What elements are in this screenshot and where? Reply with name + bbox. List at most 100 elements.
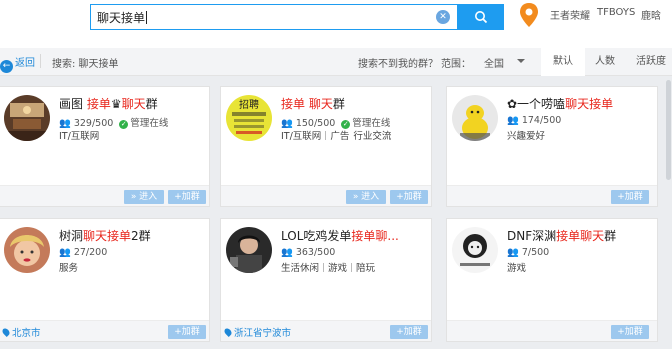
search-button[interactable]: [458, 4, 504, 30]
group-location: 浙江省宁波市: [223, 325, 292, 339]
title-part: ✿一个唠嗑: [507, 97, 566, 111]
tag: 游戏: [328, 263, 348, 274]
group-stats: 👥 174/500: [507, 115, 561, 126]
card-footer: » 进入 +加群: [0, 185, 209, 206]
group-card[interactable]: ✿一个唠嗑聊天接单 👥 174/500 兴趣爱好 +加群: [446, 86, 658, 207]
join-group-button[interactable]: +加群: [390, 190, 428, 204]
divider: [40, 54, 41, 68]
group-title[interactable]: DNF深渊接单聊天群: [507, 227, 616, 244]
not-found-link[interactable]: 搜索不到我的群？: [358, 55, 438, 70]
title-keyword: 聊天接单: [83, 229, 132, 243]
group-avatar: [226, 227, 272, 273]
clear-icon[interactable]: ✕: [436, 10, 450, 24]
title-keyword: 聊天: [308, 97, 333, 111]
tab-members[interactable]: 人数: [585, 48, 625, 76]
tag: 行业交流: [353, 131, 392, 142]
group-stats: 👥 27/200: [59, 247, 107, 258]
group-title[interactable]: 接单 聊天群: [281, 95, 345, 112]
join-group-button[interactable]: +加群: [168, 190, 206, 204]
search-box[interactable]: 聊天接单 ✕: [90, 4, 458, 30]
group-tags: 游戏: [507, 260, 526, 274]
group-card[interactable]: 树洞聊天接单2群 👥 27/200 服务 北京市 +加群: [0, 218, 210, 342]
check-icon: ✓: [119, 120, 129, 129]
enter-button[interactable]: » 进入: [346, 190, 386, 204]
range-label: 范围：: [441, 59, 471, 70]
enter-button[interactable]: » 进入: [124, 190, 164, 204]
group-title[interactable]: ✿一个唠嗑聊天接单: [507, 95, 613, 112]
join-group-button[interactable]: +加群: [168, 325, 206, 339]
group-card[interactable]: LOL吃鸡发单接单聊... 👥 363/500 生活休闲 游戏 陪玩 浙江省宁波市 +…: [220, 218, 432, 342]
search-input[interactable]: 聊天接单: [97, 9, 147, 26]
group-avatar: [4, 227, 50, 273]
title-part: ♛: [110, 97, 122, 111]
title-part: 画图: [59, 97, 87, 111]
group-card[interactable]: 招聘 接单 聊天群 👥 150/500 ✓ 管理在线 IT/互联网 广告 行业交流 » 进…: [220, 86, 432, 207]
back-arrow-icon: ←: [0, 60, 13, 73]
member-count: 27/200: [73, 247, 108, 258]
back-label: 返回: [15, 58, 35, 69]
title-keyword: 聊天: [121, 97, 146, 111]
group-title[interactable]: 画图 接单♛聊天群: [59, 95, 158, 112]
people-icon: 👥: [281, 247, 293, 258]
title-part: 2群: [131, 229, 151, 243]
tag: 兴趣爱好: [507, 131, 546, 142]
people-icon: 👥: [507, 115, 519, 126]
hot-link-2[interactable]: TFBOYS: [597, 7, 635, 18]
group-stats: 👥 7/500: [507, 247, 549, 258]
group-tags: IT/互联网: [59, 128, 99, 142]
tag: 游戏: [507, 263, 527, 274]
location-pin-icon[interactable]: [518, 2, 540, 28]
card-footer: 北京市 +加群: [0, 320, 209, 341]
group-avatar: 招聘: [226, 95, 272, 141]
title-keyword: 接单聊...: [351, 229, 399, 243]
join-group-button[interactable]: +加群: [390, 325, 428, 339]
title-keyword: 接单聊天: [556, 229, 605, 243]
tab-default[interactable]: 默认: [541, 48, 585, 76]
group-title[interactable]: 树洞聊天接单2群: [59, 227, 151, 244]
chevron-down-icon[interactable]: [517, 59, 525, 63]
people-icon: 👥: [507, 247, 519, 258]
title-part: LOL吃鸡发单: [281, 229, 352, 243]
group-tags: 服务: [59, 260, 78, 274]
range-select[interactable]: 全国: [484, 55, 504, 70]
group-avatar: [452, 227, 498, 273]
location-text: 浙江省宁波市: [234, 328, 292, 339]
people-icon: 👥: [59, 247, 71, 258]
title-part: 树洞: [59, 229, 84, 243]
scrollbar[interactable]: [666, 80, 671, 180]
tab-activity[interactable]: 活跃度: [625, 48, 672, 76]
group-avatar: [452, 95, 498, 141]
title-part: 群: [332, 97, 345, 111]
title-keyword: 聊天接单: [565, 97, 614, 111]
location-icon: [223, 327, 233, 337]
manager-status: 管理在线: [130, 118, 169, 129]
title-part: 群: [145, 97, 158, 111]
tag: IT/互联网: [281, 131, 322, 142]
group-stats: 👥 150/500 ✓ 管理在线: [281, 115, 390, 129]
title-keyword: 接单: [86, 97, 111, 111]
card-footer: +加群: [447, 185, 657, 206]
join-group-button[interactable]: +加群: [611, 190, 649, 204]
back-button[interactable]: ← 返回: [0, 54, 35, 73]
tag: 服务: [59, 263, 79, 274]
divider: [323, 263, 325, 272]
tag: 广告: [330, 131, 350, 142]
hot-link-1[interactable]: 王者荣耀: [550, 7, 590, 22]
tag: 生活休闲: [281, 263, 320, 274]
group-title[interactable]: LOL吃鸡发单接单聊...: [281, 227, 399, 244]
join-group-button[interactable]: +加群: [611, 325, 649, 339]
avatar-text: 招聘: [239, 98, 259, 111]
group-location: 北京市: [1, 325, 41, 339]
group-avatar: [4, 95, 50, 141]
group-card[interactable]: DNF深渊接单聊天群 👥 7/500 游戏 +加群: [446, 218, 658, 342]
hot-link-3[interactable]: 鹿晗: [641, 7, 661, 22]
group-stats: 👥 329/500 ✓ 管理在线: [59, 115, 168, 129]
card-footer: » 进入 +加群: [221, 185, 431, 206]
member-count: 7/500: [521, 247, 550, 258]
group-card[interactable]: 画图 接单♛聊天群 👥 329/500 ✓ 管理在线 IT/互联网 » 进入 +加群: [0, 86, 210, 207]
group-tags: IT/互联网 广告 行业交流: [281, 128, 391, 142]
member-count: 363/500: [295, 247, 336, 258]
top-bar: 聊天接单 ✕ 王者荣耀 TFBOYS 鹿晗: [0, 0, 672, 48]
group-tags: 生活休闲 游戏 陪玩: [281, 260, 375, 274]
group-tags: 兴趣爱好: [507, 128, 545, 142]
